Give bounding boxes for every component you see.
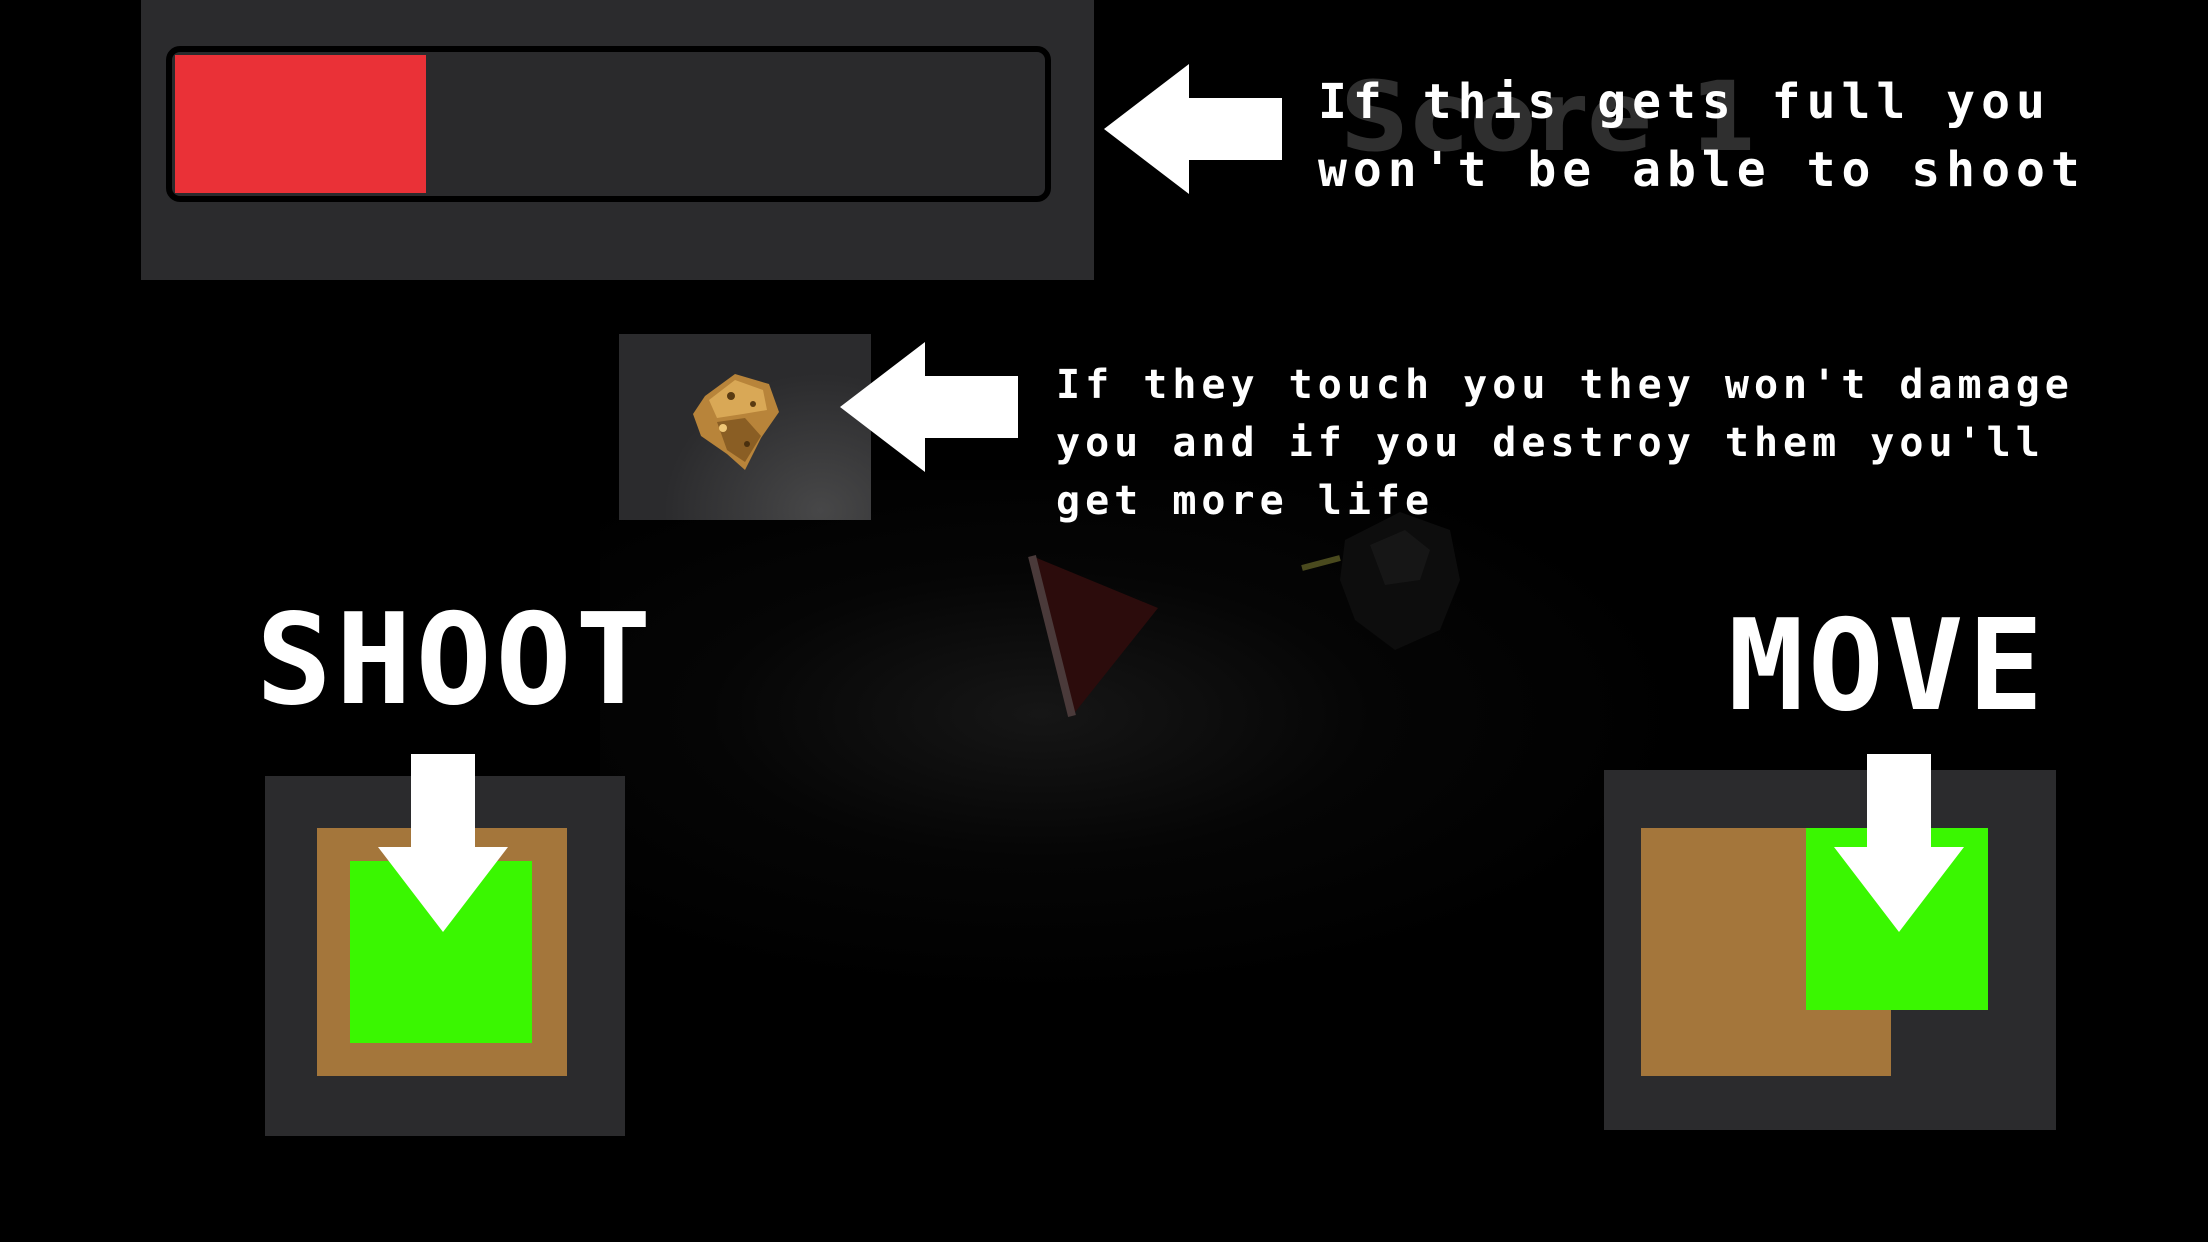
arrow-down-icon xyxy=(1834,754,1964,934)
arrow-left-icon xyxy=(1104,64,1284,194)
shoot-label: SHOOT xyxy=(256,586,656,733)
pickup-hint-text: If they touch you they won't damage you … xyxy=(1056,362,2074,524)
arrow-down-icon xyxy=(378,754,508,934)
golden-rock-icon xyxy=(687,366,787,480)
pickup-panel xyxy=(619,334,871,520)
overheat-hint-text: If this gets full you won't be able to s… xyxy=(1318,74,2086,198)
move-label: MOVE xyxy=(1728,592,2048,739)
arrow-left-icon xyxy=(840,342,1020,472)
player-ship-icon xyxy=(1024,548,1184,722)
overheat-bar-fill xyxy=(175,55,426,193)
